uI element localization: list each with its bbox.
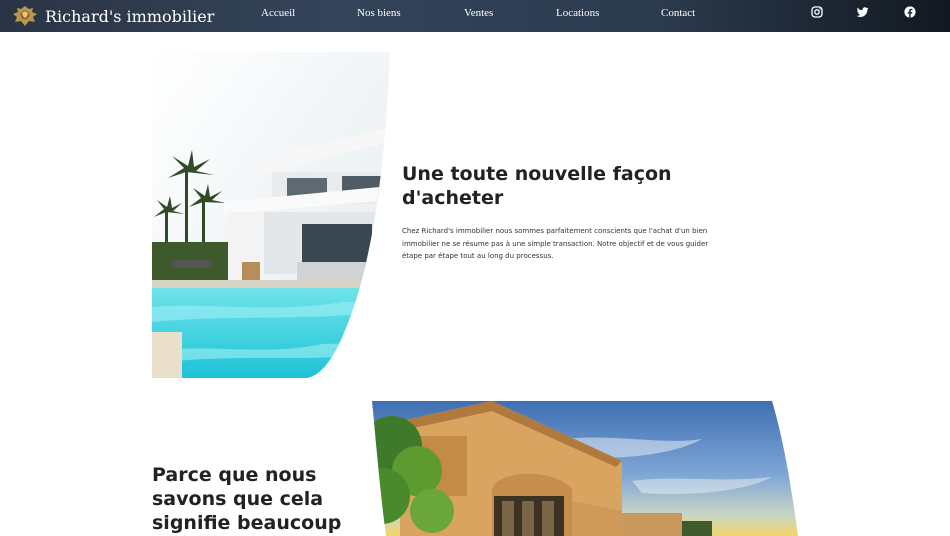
nav-link-contact[interactable]: Contact — [661, 7, 695, 19]
top-navigation-bar: Richard's immobilier Accueil Nos biens V… — [0, 0, 950, 32]
mediterranean-villa-photo — [372, 401, 798, 536]
nav-link-ventes[interactable]: Ventes — [464, 7, 493, 19]
section-title: Parce que nous savons que cela signifie … — [152, 464, 342, 534]
nav-link-nos-biens[interactable]: Nos biens — [357, 7, 401, 19]
brand-name: Richard's immobilier — [45, 6, 215, 26]
modern-villa-pool-photo — [152, 52, 390, 378]
instagram-icon[interactable] — [811, 6, 823, 18]
facebook-icon[interactable] — [904, 6, 916, 18]
lion-crest-logo — [13, 6, 37, 26]
hero-description: Chez Richard's immobilier nous sommes pa… — [402, 227, 709, 260]
nav-link-locations[interactable]: Locations — [556, 7, 599, 19]
hero-title: Une toute nouvelle façon d'acheter — [402, 163, 672, 209]
brand[interactable]: Richard's immobilier — [10, 2, 214, 30]
nav-link-accueil[interactable]: Accueil — [261, 7, 295, 19]
twitter-icon[interactable] — [857, 6, 869, 18]
